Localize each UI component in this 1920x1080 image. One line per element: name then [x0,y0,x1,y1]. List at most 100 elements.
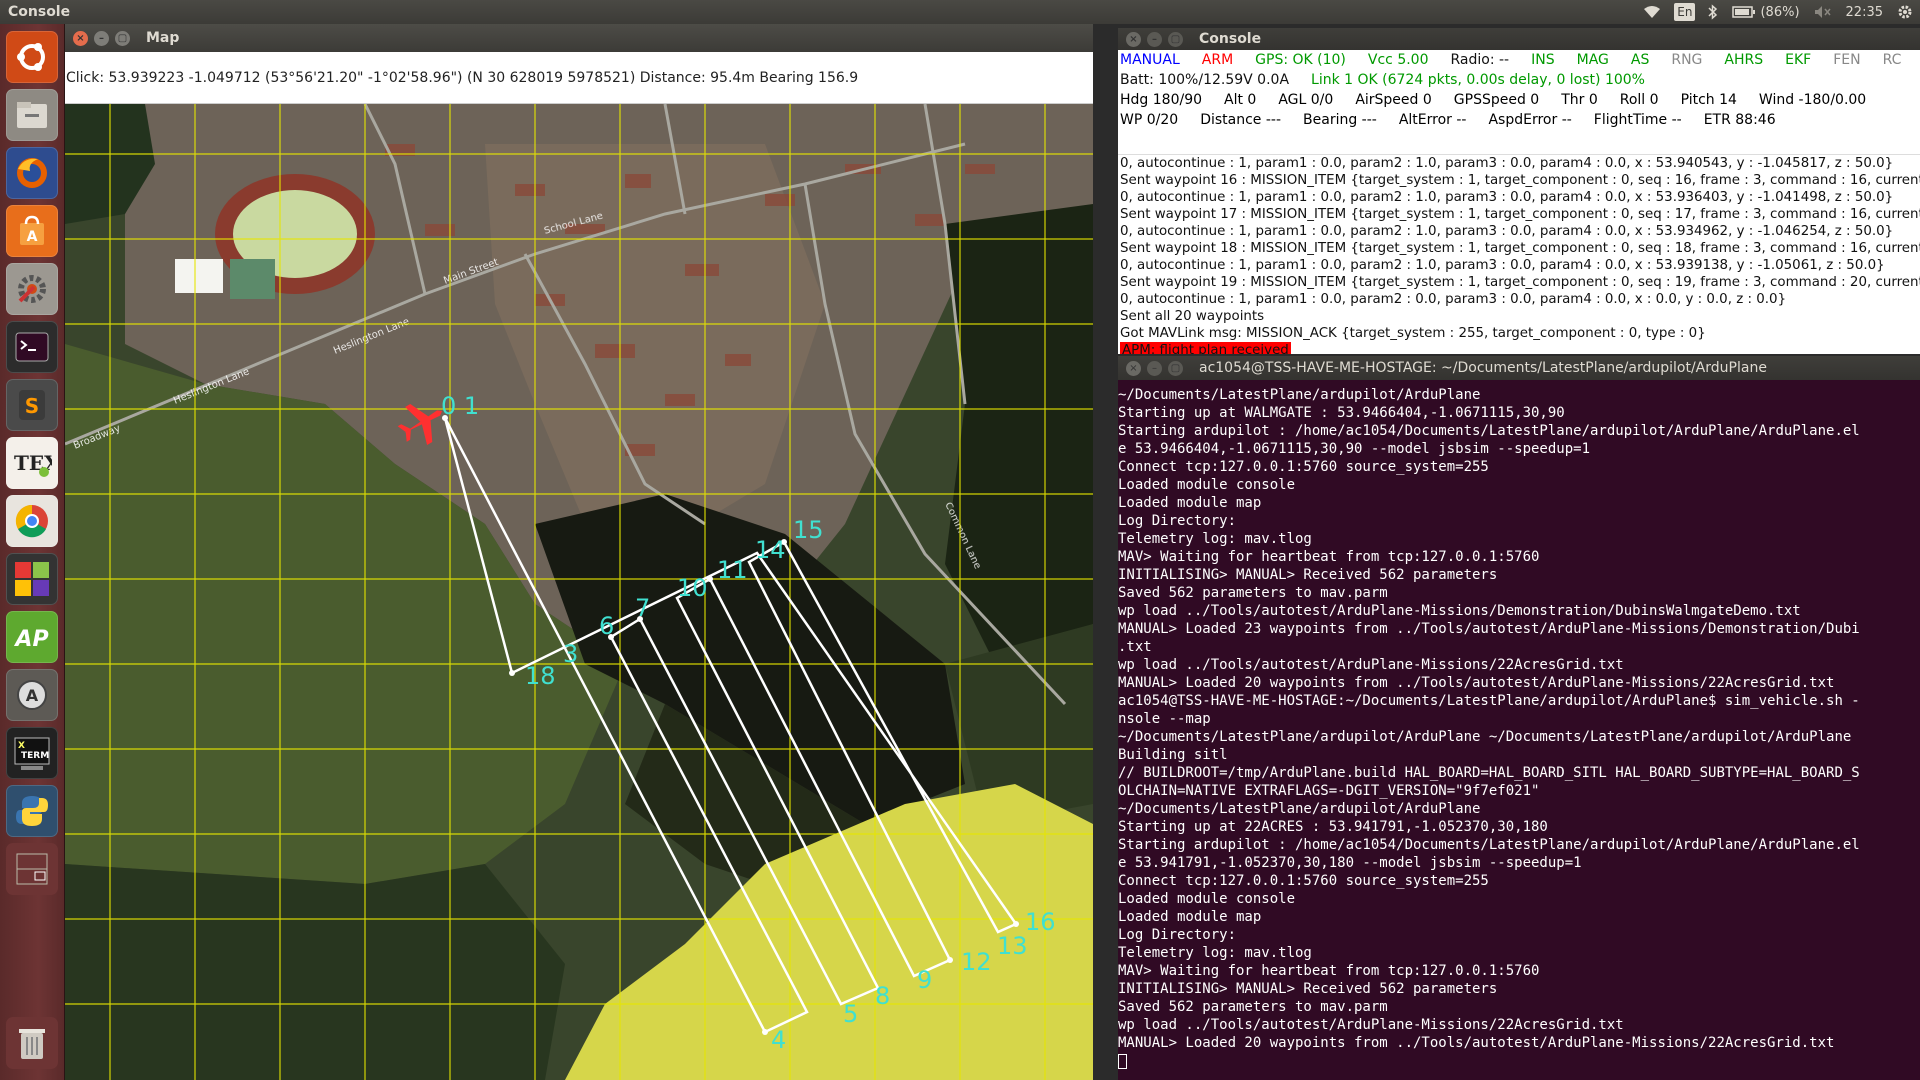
log-line: Sent waypoint 17 : MISSION_ITEM {target_… [1120,207,1920,222]
settings-gear-icon[interactable] [1890,0,1920,24]
status-field: Pitch 14 [1680,92,1737,108]
map-titlebar[interactable]: × – ▢ Map [65,24,1093,52]
status-field: AltError -- [1398,112,1467,128]
svg-text:AP: AP [13,627,48,652]
status-field: EKF [1785,52,1812,68]
waypoint-marker[interactable] [1013,921,1019,927]
terminal-line: MANUAL> Loaded 20 waypoints from ../Tool… [1118,1035,1835,1051]
status-field: Wind -180/0.00 [1758,92,1867,108]
terminal-titlebar[interactable]: × – ▢ ac1054@TSS-HAVE-ME-HOSTAGE: ~/Docu… [1118,356,1920,380]
log-line: 0, autocontinue : 1, param1 : 0.0, param… [1120,258,1885,273]
workspaces-icon[interactable] [6,553,58,605]
firefox-icon[interactable] [6,147,58,199]
status-field: AHRS [1724,52,1764,68]
status-field: GPSSpeed 0 [1453,92,1540,108]
terminal-line: Building sitl [1118,747,1228,763]
terminal-line: INITIALISING> MANUAL> Received 562 param… [1118,981,1498,997]
workspace-switcher-icon[interactable] [6,843,58,895]
minimize-icon[interactable]: – [1147,360,1162,376]
terminal-line: Starting ardupilot : /home/ac1054/Docume… [1118,837,1860,853]
close-icon[interactable]: × [1126,31,1141,47]
python-icon[interactable] [6,785,58,837]
terminal-line: MAV> Waiting for heartbeat from tcp:127.… [1118,963,1540,979]
waypoint-marker[interactable] [947,957,953,963]
clock[interactable]: 22:35 [1839,0,1890,24]
terminal-window-title: ac1054@TSS-HAVE-ME-HOSTAGE: ~/Documents/… [1199,360,1767,376]
waypoint-label: 12 [961,948,992,976]
terminal-line: wp load ../Tools/autotest/ArduPlane-Miss… [1118,1017,1624,1033]
terminal-line: ac1054@TSS-HAVE-ME-HOSTAGE:~/Documents/L… [1118,693,1860,709]
waypoint-label: 18 [525,662,556,690]
waypoint-label: 9 [917,966,932,994]
status-field: Radio: -- [1450,52,1510,68]
console-titlebar[interactable]: × – ▢ Console [1118,28,1920,50]
waypoint-marker[interactable] [509,670,515,676]
terminal-line: // BUILDROOT=/tmp/ArduPlane.build HAL_BO… [1118,765,1860,781]
waypoint-label: 3 [563,640,578,668]
terminal-icon[interactable] [6,321,58,373]
status-field: Roll 0 [1619,92,1659,108]
terminal-line: ~/Documents/LatestPlane/ardupilot/ArduPl… [1118,729,1852,745]
map-window: × – ▢ Map Click: 53.939223 -1.049712 (53… [65,24,1093,1080]
keyboard-layout-indicator[interactable]: En [1674,3,1696,21]
status-field: Batt: 100%/12.59V 0.0A [1120,72,1290,88]
waypoint-marker[interactable] [707,576,713,582]
terminal-line: Telemetry log: mav.tlog [1118,531,1312,547]
active-app-title: Console [8,4,71,20]
terminal-line: Log Directory: [1118,927,1237,943]
maximize-icon[interactable]: ▢ [115,30,130,46]
bluetooth-icon[interactable] [1701,0,1725,24]
status-field: WP 0/20 [1120,112,1179,128]
maximize-icon[interactable]: ▢ [1168,360,1183,376]
waypoint-label: 6 [599,612,614,640]
log-line: Sent waypoint 19 : MISSION_ITEM {target_… [1120,275,1920,290]
battery-icon [1732,6,1756,18]
status-field: AS [1630,52,1650,68]
minimize-icon[interactable]: – [1147,31,1162,47]
status-field: GPS: OK (10) [1255,52,1346,68]
waypoint-label: 0 1 [441,392,479,420]
software-updater-icon[interactable]: A [6,669,58,721]
battery-indicator[interactable]: (86%) [1725,0,1806,24]
wifi-icon[interactable] [1636,0,1668,24]
close-icon[interactable]: × [1126,360,1141,376]
minimize-icon[interactable]: – [94,30,109,46]
terminal-line: Log Directory: [1118,513,1237,529]
waypoint-marker[interactable] [762,1029,768,1035]
status-field: INS [1531,52,1555,68]
maximize-icon[interactable]: ▢ [1168,31,1183,47]
texmaker-icon[interactable]: TEX [6,437,58,489]
terminal-output[interactable]: ~/Documents/LatestPlane/ardupilot/ArduPl… [1118,380,1920,1080]
terminal-line: ~/Documents/LatestPlane/ardupilot/ArduPl… [1118,801,1481,817]
system-settings-icon[interactable] [6,263,58,315]
terminal-line: ~/Documents/LatestPlane/ardupilot/ArduPl… [1118,387,1481,403]
terminal-line: MANUAL> Loaded 20 waypoints from ../Tool… [1118,675,1835,691]
map-view[interactable]: Heslington Lane Main Street Heslington L… [65,104,1093,1080]
apm-planner-icon[interactable]: AP [6,611,58,663]
map-canvas[interactable]: Heslington Lane Main Street Heslington L… [65,104,1093,1080]
files-icon[interactable] [6,89,58,141]
software-center-icon[interactable]: A [6,205,58,257]
terminal-cursor [1118,1053,1127,1069]
trash-icon[interactable] [6,1017,58,1069]
chrome-icon[interactable] [6,495,58,547]
log-line: Sent waypoint 16 : MISSION_ITEM {target_… [1120,173,1920,188]
svg-text:A: A [27,229,38,245]
terminal-line: wp load ../Tools/autotest/ArduPlane-Miss… [1118,657,1624,673]
status-field: Alt 0 [1224,92,1257,108]
volume-muted-icon[interactable] [1807,0,1839,24]
launcher: A S TEX AP A X TERM [0,24,65,1080]
log-line: 0, autocontinue : 1, param1 : 0.0, param… [1120,292,1787,307]
status-row-attitude: Hdg 180/90 Alt 0 AGL 0/0 AirSpeed 0 GPSSpeed… [1120,90,1920,110]
ubuntu-dash-icon[interactable] [6,31,58,83]
console-log[interactable]: 0, autocontinue : 1, param1 : 0.0, param… [1118,154,1920,354]
east-field [945,204,1093,664]
waypoint-label: 16 [1025,908,1056,936]
svg-text:S: S [25,394,39,418]
close-icon[interactable]: × [73,30,88,46]
xterm-icon[interactable]: X TERM [6,727,58,779]
terminal-window: × – ▢ ac1054@TSS-HAVE-ME-HOSTAGE: ~/Docu… [1118,356,1920,1080]
log-line: 0, autocontinue : 1, param1 : 0.0, param… [1120,224,1894,239]
sublime-text-icon[interactable]: S [6,379,58,431]
console-status-panel: MANUAL ARM GPS: OK (10) Vcc 5.00 Radio: -- IN… [1118,50,1920,154]
